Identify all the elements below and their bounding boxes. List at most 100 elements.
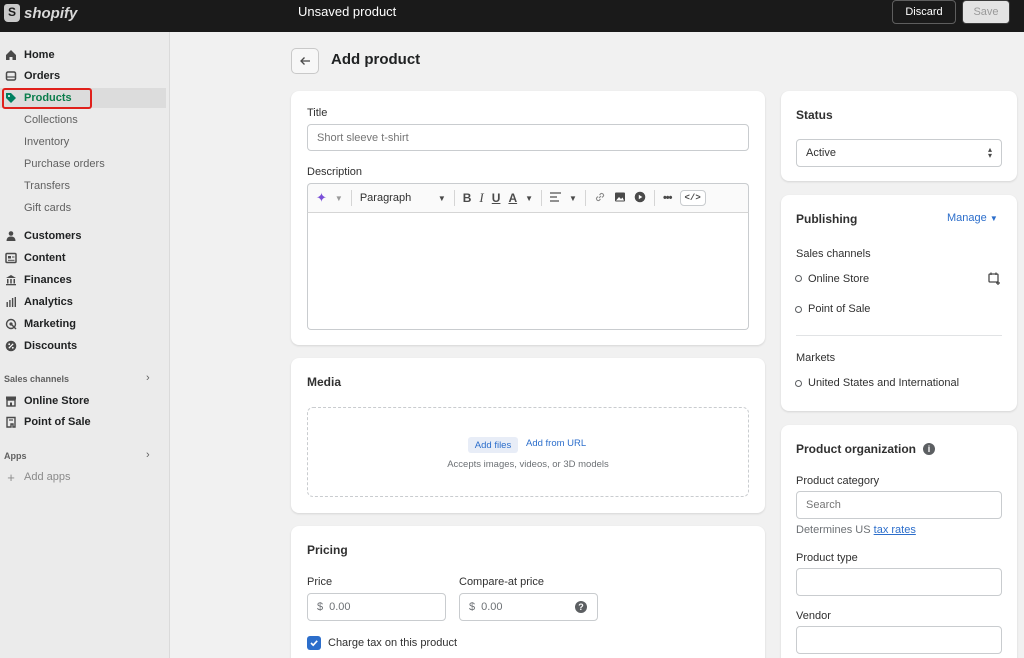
charge-tax-checkbox[interactable] bbox=[307, 636, 321, 650]
discard-button[interactable]: Discard bbox=[892, 0, 956, 24]
status-select[interactable]: Active ▴ ▾ bbox=[796, 139, 1002, 167]
save-button[interactable]: Save bbox=[962, 0, 1010, 24]
manage-label: Manage bbox=[947, 212, 987, 224]
product-category-search-input[interactable] bbox=[796, 491, 1002, 519]
compare-at-price-input[interactable]: $ 0.00 ? bbox=[459, 593, 598, 621]
sidebar-item-label: Discounts bbox=[24, 340, 78, 352]
sidebar-item-label: Home bbox=[24, 49, 55, 61]
chevron-down-icon[interactable]: ▼ bbox=[525, 194, 533, 203]
checkmark-icon bbox=[310, 640, 318, 647]
sidebar-subitem-inventory[interactable]: Inventory bbox=[24, 133, 69, 151]
markets-label: Markets bbox=[796, 352, 836, 364]
vendor-input[interactable] bbox=[796, 626, 1002, 654]
currency-symbol: $ bbox=[317, 601, 324, 613]
help-icon[interactable]: ? bbox=[575, 601, 587, 613]
toolbar-divider bbox=[653, 190, 655, 206]
calendar-schedule-icon[interactable] bbox=[988, 272, 1001, 288]
sidebar-item-label: Add apps bbox=[24, 471, 71, 483]
apps-section-label: Apps bbox=[4, 451, 27, 461]
align-icon[interactable] bbox=[550, 191, 562, 205]
product-organization-card bbox=[781, 425, 1017, 658]
shopify-logo[interactable]: shopify bbox=[4, 4, 77, 22]
pos-icon bbox=[4, 415, 18, 429]
manage-dropdown[interactable]: Manage ▼ bbox=[947, 212, 998, 224]
sidebar-item-marketing[interactable]: Marketing bbox=[0, 314, 166, 334]
tax-rates-link[interactable]: tax rates bbox=[874, 524, 916, 536]
market-dot-icon bbox=[795, 380, 802, 387]
sidebar-item-content[interactable]: Content bbox=[0, 248, 166, 268]
channel-dot-icon bbox=[795, 275, 802, 282]
sidebar-item-finances[interactable]: Finances bbox=[0, 270, 166, 290]
shopify-bag-icon bbox=[4, 4, 20, 22]
content-icon bbox=[4, 251, 18, 265]
sidebar-subitem-collections[interactable]: Collections bbox=[24, 111, 78, 129]
media-dropzone[interactable] bbox=[307, 407, 749, 497]
home-icon bbox=[4, 48, 18, 62]
add-from-url-link[interactable]: Add from URL bbox=[526, 438, 586, 449]
sidebar-item-label: Finances bbox=[24, 274, 72, 286]
chevron-right-icon[interactable]: › bbox=[146, 372, 150, 384]
sidebar-item-analytics[interactable]: Analytics bbox=[0, 292, 166, 312]
tax-note-text: Determines US bbox=[796, 524, 871, 536]
sidebar-subitem-transfers[interactable]: Transfers bbox=[24, 177, 70, 195]
product-type-label: Product type bbox=[796, 552, 858, 564]
compare-at-price-label: Compare-at price bbox=[459, 576, 544, 588]
sidebar-item-point-of-sale[interactable]: Point of Sale bbox=[0, 412, 166, 432]
toolbar-divider bbox=[350, 190, 352, 206]
products-highlight-box bbox=[2, 88, 92, 109]
more-icon[interactable]: ••• bbox=[663, 192, 673, 204]
video-icon[interactable] bbox=[634, 191, 646, 206]
product-organization-heading: Product organization bbox=[796, 442, 916, 456]
code-view-icon[interactable]: </> bbox=[679, 190, 706, 206]
sidebar-item-discounts[interactable]: Discounts bbox=[0, 336, 166, 356]
title-label: Title bbox=[307, 107, 328, 119]
text-color-icon[interactable]: A bbox=[508, 191, 517, 205]
store-icon bbox=[4, 394, 18, 408]
chevron-right-icon[interactable]: › bbox=[146, 449, 150, 461]
sidebar-subitem-purchase-orders[interactable]: Purchase orders bbox=[24, 155, 105, 173]
link-icon[interactable] bbox=[594, 191, 606, 206]
bold-icon[interactable]: B bbox=[463, 191, 472, 205]
price-input[interactable]: $ 0.00 bbox=[307, 593, 446, 621]
add-files-button[interactable]: Add files bbox=[468, 437, 518, 453]
media-hint: Accepts images, videos, or 3D models bbox=[447, 459, 609, 470]
italic-icon[interactable]: I bbox=[479, 190, 483, 206]
back-button[interactable] bbox=[291, 48, 319, 74]
sidebar-item-orders[interactable]: Orders bbox=[0, 66, 166, 86]
sales-channels-label: Sales channels bbox=[796, 248, 871, 260]
sidebar-item-label: Content bbox=[24, 252, 66, 264]
bar-chart-icon bbox=[4, 295, 18, 309]
editor-toolbar: ✦ ▼ Paragraph ▼ B I U A ▼ ▼ ••• </> bbox=[307, 183, 749, 213]
sidebar-item-add-apps[interactable]: + Add apps bbox=[0, 467, 166, 487]
sales-channels-section-label: Sales channels bbox=[4, 374, 70, 384]
compare-at-price-value: 0.00 bbox=[481, 601, 503, 613]
description-label: Description bbox=[307, 166, 363, 178]
status-heading: Status bbox=[796, 108, 833, 122]
product-category-label: Product category bbox=[796, 475, 880, 487]
toolbar-divider bbox=[453, 190, 455, 206]
select-arrows-icon: ▴ ▾ bbox=[987, 145, 992, 160]
sidebar-item-online-store[interactable]: Online Store bbox=[0, 391, 166, 411]
product-type-input[interactable] bbox=[796, 568, 1002, 596]
sidebar-subitem-gift-cards[interactable]: Gift cards bbox=[24, 199, 71, 217]
chevron-down-icon[interactable]: ▼ bbox=[569, 194, 577, 203]
sidebar-item-home[interactable]: Home bbox=[0, 45, 166, 65]
title-input[interactable] bbox=[307, 124, 749, 151]
price-value: 0.00 bbox=[329, 601, 351, 613]
charge-tax-label[interactable]: Charge tax on this product bbox=[328, 637, 457, 649]
underline-icon[interactable]: U bbox=[492, 191, 501, 205]
vendor-label: Vendor bbox=[796, 610, 831, 622]
description-editor[interactable] bbox=[307, 213, 749, 330]
sparkle-icon[interactable]: ✦ bbox=[316, 190, 327, 206]
price-label: Price bbox=[307, 576, 333, 588]
sidebar-item-customers[interactable]: Customers bbox=[0, 226, 166, 246]
sidebar-item-label: Online Store bbox=[24, 395, 90, 407]
plus-icon: + bbox=[7, 469, 15, 485]
channel-point-of-sale: Point of Sale bbox=[808, 303, 871, 315]
image-icon[interactable] bbox=[614, 191, 626, 206]
info-icon[interactable]: i bbox=[923, 443, 935, 455]
paragraph-select[interactable]: Paragraph bbox=[360, 192, 430, 204]
chevron-down-icon[interactable]: ▼ bbox=[335, 194, 343, 203]
toolbar-divider bbox=[584, 190, 586, 206]
chevron-down-icon[interactable]: ▼ bbox=[438, 194, 446, 203]
